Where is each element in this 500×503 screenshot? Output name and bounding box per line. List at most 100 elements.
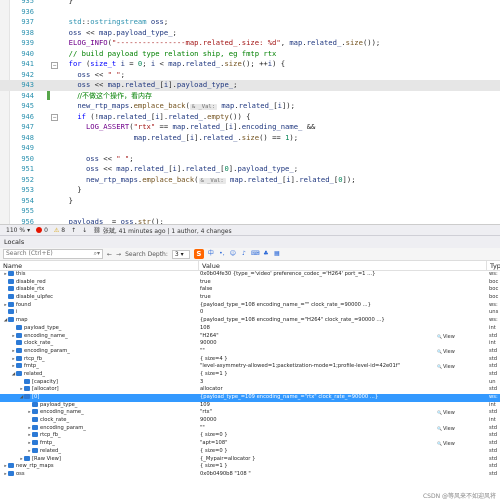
locals-row[interactable]: ▸ rtcp_fb_{ size=0 } std: [0, 432, 500, 440]
locals-row-value[interactable]: { size=1 }: [200, 371, 488, 379]
locals-row-value[interactable]: {payload_type_=109 encoding_name_="rtx" …: [200, 394, 488, 402]
warning-count[interactable]: ⚠ 8: [54, 227, 65, 234]
microphone-icon[interactable]: ♪: [240, 250, 248, 258]
locals-row-value[interactable]: { size=1 }: [200, 463, 488, 471]
code-line[interactable]: 948 map.related_[i].related_.size() == 1…: [0, 133, 500, 144]
locals-row[interactable]: ▸fmtp_"apt=108"Viewstd: [0, 440, 500, 448]
locals-row[interactable]: ▸encoding_name_"H264"Viewstd: [0, 332, 500, 341]
locals-row-value[interactable]: {payload_type_=108 encoding_name_="H264"…: [200, 317, 488, 325]
code-line[interactable]: 952 new_rtp_maps.emplace_back(& _Val: ma…: [0, 175, 500, 186]
locals-row[interactable]: clock_rate_ 90000 int: [0, 340, 500, 348]
error-count[interactable]: 0: [36, 227, 48, 234]
locals-row-value[interactable]: { size=0 }: [200, 432, 488, 440]
code-editor[interactable]: 935 } 936 937 std::ostringstream oss; 938 o…: [0, 0, 500, 224]
code-line[interactable]: 956 payloads_ = oss.str();: [0, 217, 500, 225]
code-text[interactable]: }: [60, 185, 81, 196]
code-line[interactable]: 939 ELOG_INFO("----------------map.relat…: [0, 38, 500, 49]
locals-row-value[interactable]: allocator: [200, 386, 488, 394]
punctuation-icon[interactable]: •,: [218, 250, 226, 258]
code-line[interactable]: 944 //不做这个操作，看内存: [0, 91, 500, 102]
git-blame-info[interactable]: ⛓ 张斌, 41 minutes ago | 1 author, 4 change…: [93, 226, 231, 235]
code-text[interactable]: ELOG_INFO("----------------map.related_.…: [60, 38, 381, 49]
keyboard-icon[interactable]: ⌨: [251, 250, 260, 258]
locals-row[interactable]: ▸ found {payload_type_=108 encoding_name_=…: [0, 301, 500, 310]
code-line[interactable]: 943 oss << map.related_[i].payload_type_…: [0, 80, 500, 91]
code-line[interactable]: 938 oss << map.payload_type_;: [0, 28, 500, 39]
locals-row[interactable]: [capacity] 3 un: [0, 378, 500, 387]
locals-row[interactable]: ▸encoding_param_""Viewstd: [0, 347, 500, 356]
locals-row[interactable]: ◢ map {payload_type_=108 encoding_name_="H…: [0, 317, 500, 325]
code-line[interactable]: 946 if (!map.related_[i].related_.empty(…: [0, 112, 500, 123]
grid-menu-icon[interactable]: ▦: [273, 250, 281, 258]
code-line[interactable]: 955: [0, 206, 500, 217]
emoji-icon[interactable]: ☺: [229, 250, 237, 258]
ime-toolbar[interactable]: S 中 •, ☺ ♪ ⌨ ♣ ▦: [193, 249, 281, 259]
search-input[interactable]: Search (Ctrl+E) ⌕▾: [3, 249, 103, 259]
locals-row[interactable]: ▸ new_rtp_maps{ size=1 } std: [0, 463, 500, 471]
code-line[interactable]: 953 }: [0, 185, 500, 196]
locals-row-value[interactable]: { size=4 }: [200, 356, 488, 364]
locals-row[interactable]: clock_rate_ 90000 int: [0, 417, 500, 425]
code-text[interactable]: oss << map.related_[i].related_[0].paylo…: [60, 164, 298, 175]
locals-row-value[interactable]: {_Mypair=allocator }: [200, 456, 488, 464]
code-line[interactable]: 936: [0, 7, 500, 18]
locals-row[interactable]: ▸encoding_param_""Viewstd: [0, 424, 500, 433]
code-text[interactable]: oss << " ";: [60, 154, 134, 165]
code-text[interactable]: }: [60, 196, 73, 207]
locals-row-value[interactable]: 109: [200, 402, 488, 410]
locals-row-value[interactable]: 90000: [200, 340, 488, 348]
locals-row[interactable]: payload_type_ 108 int: [0, 324, 500, 333]
code-line[interactable]: 937 std::ostringstream oss;: [0, 17, 500, 28]
skin-icon[interactable]: ♣: [262, 250, 270, 258]
locals-row[interactable]: disable_red true boc: [0, 278, 500, 287]
locals-row[interactable]: payload_type_ 109 int: [0, 401, 500, 410]
locals-row[interactable]: ▸ fmtp_ "level-asymmetry-allowed=1;packeti…: [0, 363, 500, 371]
chinese-mode-icon[interactable]: 中: [207, 250, 215, 258]
code-line[interactable]: 949: [0, 143, 500, 154]
locals-row-value[interactable]: 0: [200, 309, 488, 317]
locals-row-value[interactable]: true: [200, 279, 488, 287]
code-line[interactable]: 951 oss << map.related_[i].related_[0].p…: [0, 164, 500, 175]
locals-row-value[interactable]: 3: [200, 379, 488, 387]
code-line[interactable]: 942 oss << " ";: [0, 70, 500, 81]
column-name-header[interactable]: Name: [0, 261, 199, 270]
sogou-ime-icon[interactable]: S: [193, 249, 204, 259]
search-depth-select[interactable]: 3 ▾: [171, 249, 190, 259]
code-text[interactable]: map.related_[i].related_.size() == 1);: [60, 133, 298, 144]
zoom-level[interactable]: 110 % ▾: [6, 227, 30, 234]
locals-row[interactable]: ▸ related_{ size=0 } std: [0, 447, 500, 456]
code-text[interactable]: payloads_ = oss.str();: [60, 217, 164, 225]
fold-toggle-icon[interactable]: −: [51, 62, 58, 69]
locals-row-value[interactable]: true: [200, 294, 488, 302]
locals-row-value[interactable]: 0x0b0490b8 "108 ": [200, 471, 488, 479]
code-text[interactable]: oss << map.related_[i].payload_type_;: [60, 80, 237, 91]
code-line[interactable]: 947 LOG_ASSERT("rtx" == map.related_[i].…: [0, 122, 500, 133]
code-text[interactable]: if (!map.related_[i].related_.empty()) {: [60, 112, 250, 123]
code-line[interactable]: 940 // build payload type relation ship,…: [0, 49, 500, 60]
code-text[interactable]: oss << " ";: [60, 70, 125, 81]
locals-row[interactable]: disable_ulpfec true boc: [0, 294, 500, 302]
locals-row[interactable]: ◢ related_{ size=1 } std: [0, 370, 500, 379]
locals-row[interactable]: i 0 uns: [0, 309, 500, 317]
locals-title-bar[interactable]: Locals: [0, 235, 500, 248]
column-type-header[interactable]: Typ: [487, 261, 500, 270]
locals-row-value[interactable]: { size=0 }: [200, 448, 488, 456]
locals-row-value[interactable]: false: [200, 286, 488, 294]
locals-row[interactable]: ▸encoding_name_"rtx"Viewstd: [0, 409, 500, 417]
code-line[interactable]: 945 new_rtp_maps.emplace_back(& _Val: ma…: [0, 101, 500, 112]
locals-row-value[interactable]: 90000: [200, 417, 488, 425]
locals-row-value[interactable]: 108: [200, 325, 488, 333]
code-line[interactable]: 941 for (size_t i = 0; i < map.related_.…: [0, 59, 500, 70]
locals-row[interactable]: ▸ rtcp_fb_{ size=4 } std: [0, 355, 500, 364]
locals-row-value[interactable]: {payload_type_=108 encoding_name_="" clo…: [200, 302, 488, 310]
locals-row[interactable]: disable_rtx false boc: [0, 286, 500, 294]
locals-row[interactable]: ▸ [allocator] allocator std: [0, 386, 500, 394]
code-text[interactable]: LOG_ASSERT("rtx" == map.related_[i].enco…: [60, 122, 315, 133]
locals-row[interactable]: ▸ this 0x0b04fe30 {type_='video' preferenc…: [0, 271, 500, 279]
nav-down-button[interactable]: ↓: [82, 227, 87, 234]
code-text[interactable]: //不做这个操作，看内存: [60, 91, 152, 102]
code-text[interactable]: for (size_t i = 0; i < map.related_.size…: [60, 59, 285, 70]
locals-row-value[interactable]: 0x0b04fe30 {type_='video' preference_cod…: [200, 271, 488, 279]
code-text[interactable]: // build payload type relation ship, eg …: [60, 49, 277, 60]
code-text[interactable]: oss << map.payload_type_;: [60, 28, 177, 39]
